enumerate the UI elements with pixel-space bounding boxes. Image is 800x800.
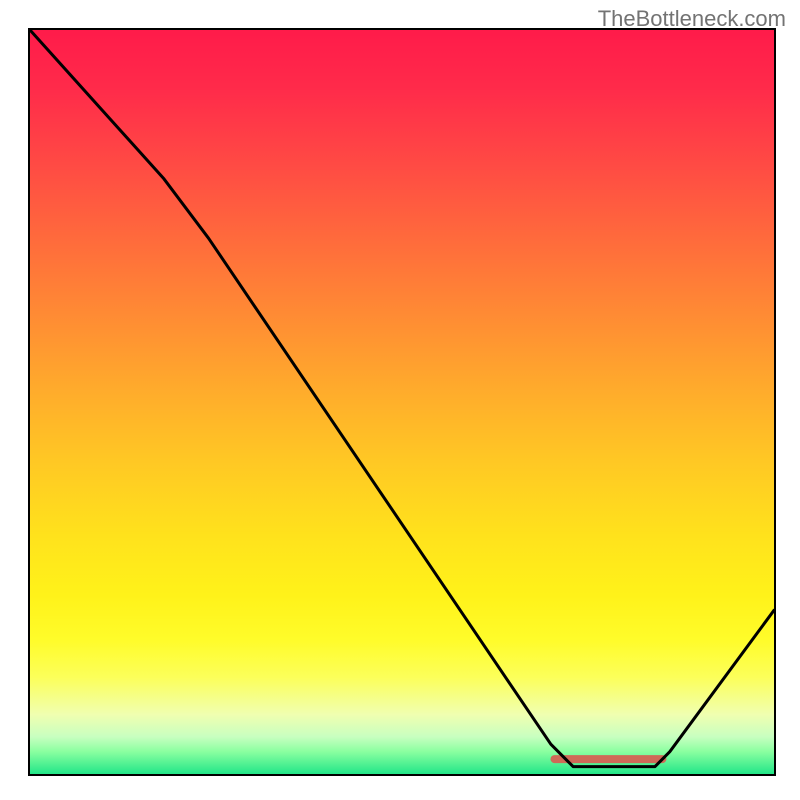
- chart-plot-area: [28, 28, 776, 776]
- chart-svg: [30, 30, 774, 774]
- data-curve: [30, 30, 774, 767]
- watermark-text: TheBottleneck.com: [598, 6, 786, 32]
